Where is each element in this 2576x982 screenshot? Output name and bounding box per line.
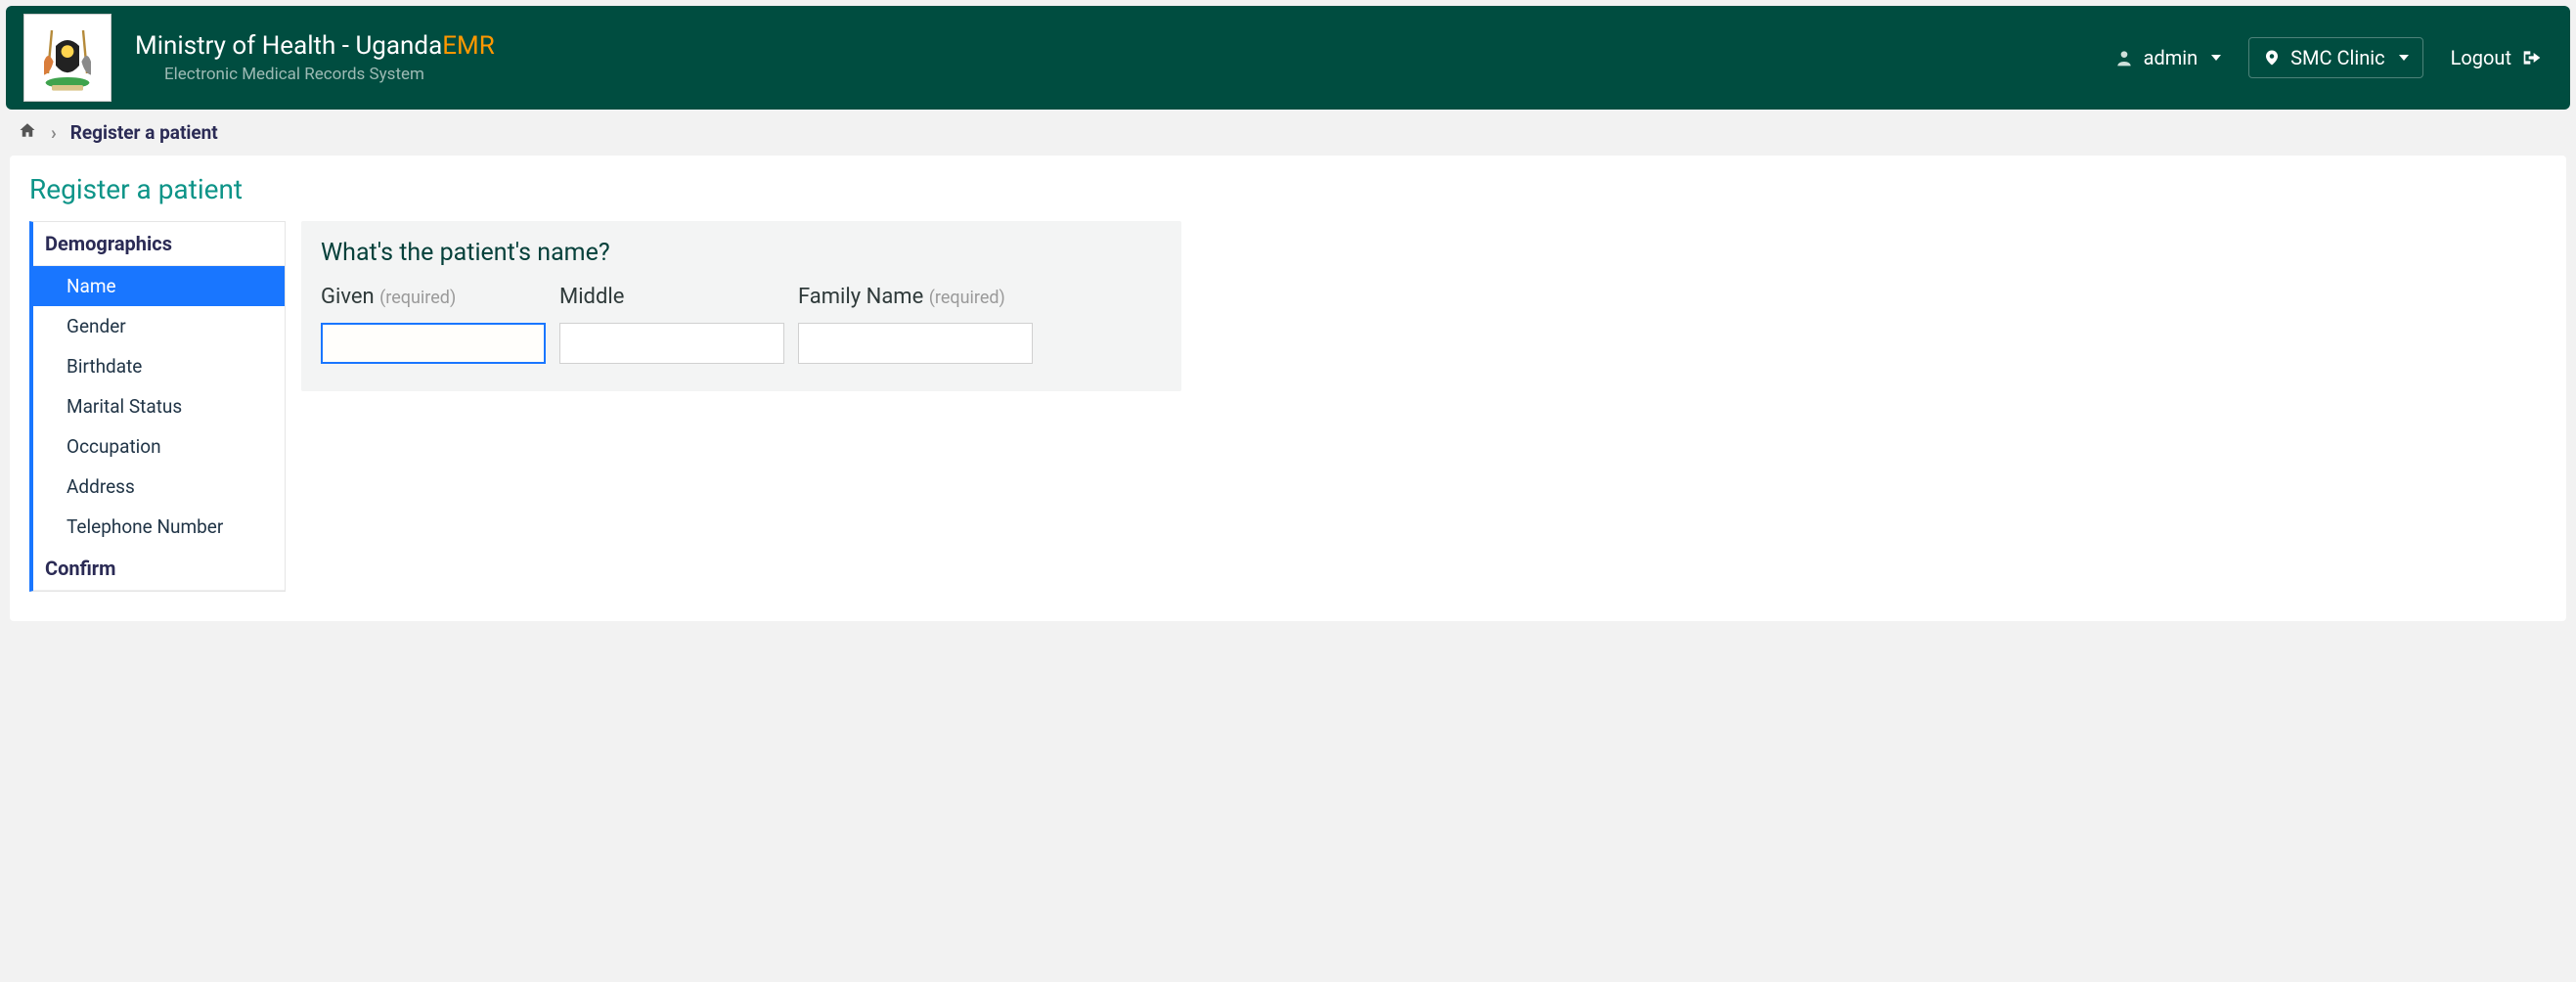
sidebar-item-gender[interactable]: Gender (33, 306, 285, 346)
content-row: Demographics Name Gender Birthdate Marit… (29, 221, 2547, 592)
chevron-down-icon (2399, 55, 2409, 61)
location-pin-icon (2263, 47, 2281, 68)
field-family-label-text: Family Name (798, 285, 923, 309)
app-title-suffix: EMR (442, 31, 495, 61)
user-name: admin (2144, 46, 2198, 69)
family-name-input[interactable] (798, 323, 1033, 364)
field-family-label: Family Name (required) (798, 285, 1033, 309)
form-sidebar: Demographics Name Gender Birthdate Marit… (29, 221, 286, 592)
app-header: Ministry of Health - UgandaEMR Electroni… (6, 6, 2570, 110)
app-logo (23, 14, 111, 102)
sidebar-section-confirm[interactable]: Confirm (33, 547, 285, 591)
given-name-input[interactable] (321, 323, 546, 364)
field-given-label-text: Given (321, 285, 375, 309)
field-family-required: (required) (929, 288, 1005, 308)
header-title-block: Ministry of Health - UgandaEMR Electroni… (135, 31, 2105, 84)
breadcrumb: › Register a patient (0, 115, 2576, 156)
coat-of-arms-icon (28, 19, 107, 97)
field-middle: Middle (559, 285, 784, 364)
page-title: Register a patient (29, 173, 2547, 205)
app-title: Ministry of Health - UgandaEMR (135, 31, 2105, 61)
field-family: Family Name (required) (798, 285, 1033, 364)
header-right: admin SMC Clinic Logout (2105, 37, 2553, 78)
field-given-label: Given (required) (321, 285, 546, 309)
logout-icon (2521, 48, 2543, 67)
home-icon (18, 121, 37, 139)
breadcrumb-home[interactable] (18, 121, 37, 144)
middle-name-input[interactable] (559, 323, 784, 364)
field-given-required: (required) (379, 288, 456, 308)
location-name: SMC Clinic (2290, 46, 2384, 69)
sidebar-item-birthdate[interactable]: Birthdate (33, 346, 285, 386)
fields-row: Given (required) Middle Family Name (req… (321, 285, 1162, 364)
breadcrumb-separator: › (51, 121, 57, 144)
sidebar-section-demographics[interactable]: Demographics (33, 222, 285, 266)
main-card: Register a patient Demographics Name Gen… (10, 156, 2566, 621)
form-question: What's the patient's name? (321, 239, 1162, 267)
form-panel: What's the patient's name? Given (requir… (301, 221, 1181, 391)
user-icon (2114, 48, 2134, 67)
sidebar-item-marital-status[interactable]: Marital Status (33, 386, 285, 426)
field-middle-label-text: Middle (559, 285, 624, 309)
sidebar-item-occupation[interactable]: Occupation (33, 426, 285, 467)
app-title-prefix: Ministry of Health - Uganda (135, 31, 442, 61)
logout-button[interactable]: Logout (2441, 40, 2553, 75)
location-menu[interactable]: SMC Clinic (2248, 37, 2422, 78)
sidebar-item-name[interactable]: Name (33, 266, 285, 306)
user-menu[interactable]: admin (2105, 40, 2232, 75)
sidebar-item-address[interactable]: Address (33, 467, 285, 507)
breadcrumb-current: Register a patient (70, 121, 218, 144)
app-subtitle: Electronic Medical Records System (164, 65, 2105, 84)
field-middle-label: Middle (559, 285, 784, 309)
sidebar-item-telephone[interactable]: Telephone Number (33, 507, 285, 547)
logout-label: Logout (2451, 46, 2511, 69)
chevron-down-icon (2211, 55, 2221, 61)
field-given: Given (required) (321, 285, 546, 364)
